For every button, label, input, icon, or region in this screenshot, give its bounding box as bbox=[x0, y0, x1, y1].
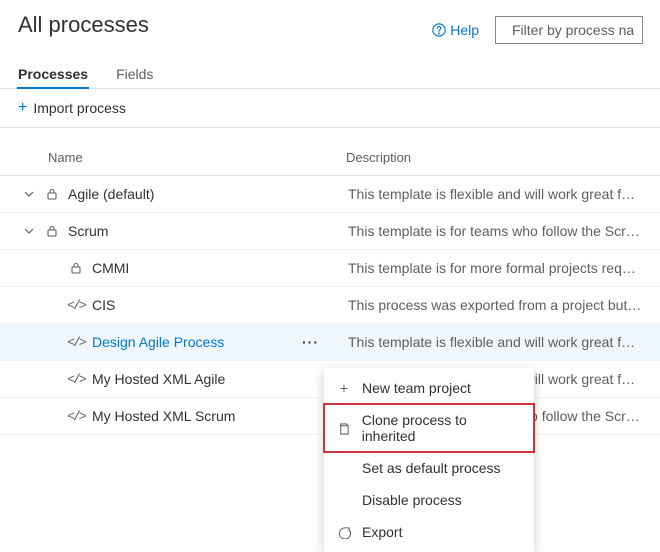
chevron-down-icon[interactable] bbox=[24, 223, 36, 239]
code-icon: </> bbox=[66, 372, 86, 387]
menu-label: Export bbox=[362, 524, 402, 540]
context-menu: + New team project Clone process to inhe… bbox=[324, 368, 534, 552]
lock-icon bbox=[42, 188, 62, 200]
menu-label: New team project bbox=[362, 380, 471, 396]
chevron-down-icon[interactable] bbox=[24, 186, 36, 202]
help-icon bbox=[432, 23, 446, 37]
code-icon: </> bbox=[66, 298, 86, 313]
menu-clone-process[interactable]: Clone process to inherited bbox=[324, 404, 534, 452]
row-name: CIS bbox=[92, 297, 115, 313]
row-name: Scrum bbox=[68, 223, 108, 239]
export-icon bbox=[336, 526, 352, 539]
menu-label: Clone process to inherited bbox=[362, 412, 522, 444]
table-header: Name Description bbox=[0, 136, 660, 176]
table-row[interactable]: </> CIS This process was exported from a… bbox=[0, 287, 660, 324]
more-actions-button[interactable]: ··· bbox=[302, 334, 319, 350]
row-name: CMMI bbox=[92, 260, 129, 276]
row-description: This template is for more formal project… bbox=[348, 260, 642, 276]
lock-icon bbox=[42, 225, 62, 237]
menu-label: Disable process bbox=[362, 492, 462, 508]
plus-icon: + bbox=[18, 99, 27, 117]
table-row[interactable]: CMMI This template is for more formal pr… bbox=[0, 250, 660, 287]
row-description: This template is flexible and will work … bbox=[348, 334, 642, 350]
toolbar: + Import process bbox=[0, 89, 660, 128]
code-icon: </> bbox=[66, 409, 86, 424]
table-row[interactable]: Scrum This template is for teams who fol… bbox=[0, 213, 660, 250]
menu-disable-process[interactable]: Disable process bbox=[324, 484, 534, 516]
menu-set-default[interactable]: Set as default process bbox=[324, 452, 534, 484]
filter-input[interactable]: Filter by process na bbox=[495, 16, 643, 44]
row-name[interactable]: Design Agile Process bbox=[92, 334, 224, 350]
import-label: Import process bbox=[33, 100, 126, 116]
help-label: Help bbox=[450, 22, 479, 38]
row-name: My Hosted XML Scrum bbox=[92, 408, 235, 424]
column-desc-header[interactable]: Description bbox=[346, 150, 642, 165]
help-link[interactable]: Help bbox=[432, 22, 479, 38]
column-name-header[interactable]: Name bbox=[48, 150, 346, 165]
tab-fields[interactable]: Fields bbox=[116, 60, 153, 88]
row-description: This process was exported from a project… bbox=[348, 297, 642, 313]
tab-processes[interactable]: Processes bbox=[18, 60, 88, 88]
row-description: This template is flexible and will work … bbox=[348, 186, 642, 202]
row-name: Agile (default) bbox=[68, 186, 154, 202]
table-row[interactable]: </> Design Agile Process ··· This templa… bbox=[0, 324, 660, 361]
menu-new-team-project[interactable]: + New team project bbox=[324, 372, 534, 404]
menu-label: Set as default process bbox=[362, 460, 501, 476]
plus-icon: + bbox=[336, 380, 352, 396]
tabs: Processes Fields bbox=[0, 60, 660, 89]
row-description: This template is for teams who follow th… bbox=[348, 223, 642, 239]
lock-icon bbox=[66, 262, 86, 274]
row-name: My Hosted XML Agile bbox=[92, 371, 225, 387]
menu-export[interactable]: Export bbox=[324, 516, 534, 548]
filter-placeholder: Filter by process na bbox=[512, 22, 634, 38]
code-icon: </> bbox=[66, 335, 86, 350]
table-row[interactable]: Agile (default) This template is flexibl… bbox=[0, 176, 660, 213]
copy-icon bbox=[336, 422, 352, 435]
import-process-button[interactable]: + Import process bbox=[18, 99, 126, 117]
